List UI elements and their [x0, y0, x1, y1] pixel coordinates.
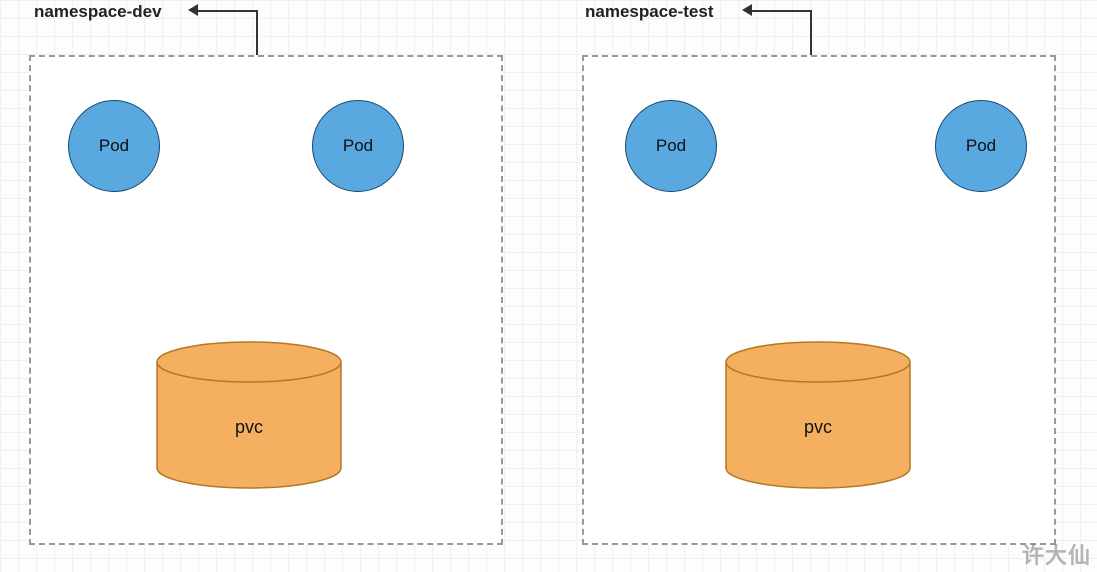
pod-test-1: Pod: [625, 100, 717, 192]
pod-label: Pod: [99, 136, 129, 156]
arrow-dev-hline: [198, 10, 258, 12]
watermark: 许大仙: [1022, 538, 1091, 570]
pvc-label: pvc: [235, 417, 263, 438]
pod-dev-2: Pod: [312, 100, 404, 192]
arrow-test-hline: [752, 10, 812, 12]
pod-label: Pod: [656, 136, 686, 156]
pod-test-2: Pod: [935, 100, 1027, 192]
arrow-test-vline: [810, 10, 812, 55]
pvc-test: pvc: [723, 340, 913, 490]
pvc-dev: pvc: [154, 340, 344, 490]
cylinder-icon: [723, 340, 913, 490]
namespace-label-test: namespace-test: [585, 2, 714, 22]
pod-label: Pod: [966, 136, 996, 156]
pvc-label: pvc: [804, 417, 832, 438]
pod-label: Pod: [343, 136, 373, 156]
pod-dev-1: Pod: [68, 100, 160, 192]
cylinder-icon: [154, 340, 344, 490]
arrow-test-head: [742, 4, 752, 16]
arrow-dev-vline: [256, 10, 258, 55]
arrow-dev-head: [188, 4, 198, 16]
namespace-label-dev: namespace-dev: [34, 2, 162, 22]
